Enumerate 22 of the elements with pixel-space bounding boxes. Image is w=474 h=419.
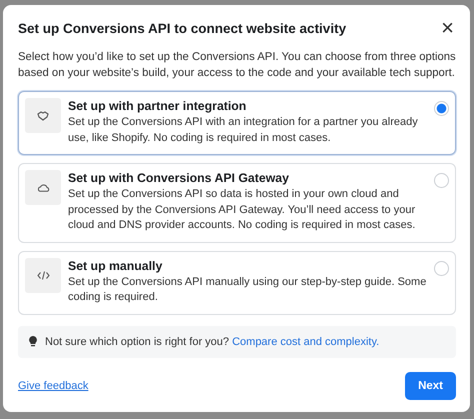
cloud-icon — [36, 184, 50, 192]
feedback-link[interactable]: Give feedback — [18, 380, 88, 392]
option-card[interactable] — [18, 163, 456, 242]
option-card[interactable]: Set up manually Set up the Conversions API manually using our step-by-step guide. Some coding is required. — [18, 250, 456, 314]
code-icon — [36, 270, 50, 280]
radio-button[interactable] — [434, 260, 449, 276]
lightbulb-icon — [29, 336, 37, 347]
option-description: Set up the Conversions API manually using our step-by-step guide. Some coding is required. — [68, 274, 427, 305]
option-description: Set up the Conversions API with an integration for a partner you already use, like Shopify. No coding is required in most cases. — [68, 115, 419, 146]
option-description: Set up the Conversions API so data is hosted in your own cloud and processed by the Conversions API Gateway. You’ll need access to your cloud and DNS provider accounts. No coding is required in most cases. — [68, 187, 416, 233]
radio-button[interactable] — [434, 173, 449, 188]
next-button[interactable]: Next — [405, 372, 456, 400]
radio-button[interactable] — [434, 101, 449, 116]
option-title: Set up with partner integration — [68, 99, 248, 113]
intro-text: Select how you’d like to set up the Conversions API. You can choose from three options based on your website’s build, your access to the code and your available tech support. — [18, 50, 456, 81]
hint-text: Not sure which option is right for you? Compare cost and complexity. — [45, 336, 380, 348]
option-title: Set up manually — [68, 258, 164, 272]
option-title: Set up with Conversions API Gateway — [68, 171, 290, 185]
dialog-title: Set up Conversions API to connect website activity — [18, 20, 346, 36]
compare-link[interactable]: Compare cost and complexity. — [232, 336, 380, 348]
option-card[interactable]: Set up with partner integration Set up the Conversions API with an integration for a partner you already use, like Shopify. No coding is required in most cases. — [18, 91, 456, 155]
close-button[interactable]: × — [439, 19, 456, 37]
